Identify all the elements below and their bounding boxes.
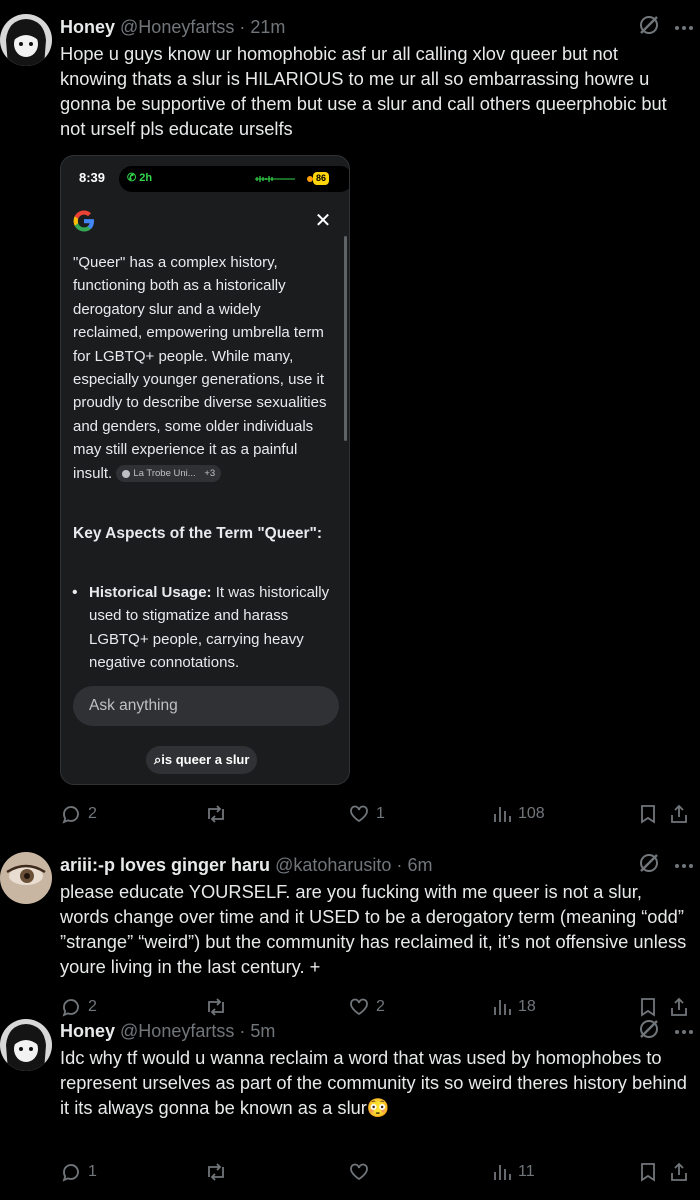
scrollbar[interactable] — [344, 236, 347, 441]
ai-answer-text: "Queer" has a complex history, functioni… — [73, 254, 327, 482]
views-button[interactable]: 108 — [492, 799, 545, 829]
repost-button[interactable] — [204, 799, 228, 829]
post-text: please educate YOURSELF. are you fucking… — [60, 881, 687, 977]
post-header: Honey @Honeyfartss · 5m — [60, 1018, 700, 1044]
post-header-icons — [638, 14, 694, 40]
post-text: Hope u guys know ur homophobic asf ur al… — [60, 43, 667, 139]
audio-wave-icon — [255, 176, 295, 182]
repost-arrows-icon — [208, 805, 224, 823]
handle[interactable]: @katoharusito — [275, 855, 391, 875]
bullet-dot-icon: • — [72, 584, 78, 601]
handle[interactable]: @Honeyfartss — [120, 17, 234, 37]
section-heading: Key Aspects of the Term "Queer": — [73, 525, 322, 542]
speech-bubble-icon — [62, 1164, 79, 1182]
more-dots-icon[interactable] — [674, 856, 694, 874]
display-name[interactable]: Honey — [60, 17, 115, 37]
view-count: 108 — [518, 805, 545, 822]
battery-level: 86 — [313, 172, 330, 185]
separator: · — [239, 17, 246, 37]
avatar[interactable] — [0, 14, 52, 66]
heart-icon — [350, 1163, 368, 1181]
display-name[interactable]: Honey — [60, 1021, 115, 1041]
post-3[interactable]: Honey @Honeyfartss · 5m Idc why tf would… — [0, 1005, 700, 1200]
handle[interactable]: @Honeyfartss — [120, 1021, 234, 1041]
timestamp[interactable]: 6m — [407, 855, 432, 875]
post-header: ariii:-p loves ginger haru @katoharusito… — [60, 852, 700, 878]
like-button[interactable]: 1 — [348, 799, 385, 829]
more-dots-icon[interactable] — [674, 18, 694, 36]
status-time: 8:39 — [79, 170, 106, 185]
separator: · — [396, 855, 403, 875]
query-chip[interactable]: ⌕is queer a slur — [146, 746, 258, 774]
share-button[interactable] — [668, 1157, 690, 1187]
repost-button[interactable] — [204, 1157, 228, 1187]
share-icon — [671, 804, 687, 823]
source-name: La Trobe Uni... — [133, 467, 196, 479]
views-button[interactable]: 11 — [492, 1157, 535, 1187]
action-bar: 2 1 108 — [60, 799, 690, 829]
avatar[interactable] — [0, 1019, 52, 1071]
post-2[interactable]: ariii:-p loves ginger haru @katoharusito… — [0, 840, 700, 1025]
bookmark-icon — [641, 805, 655, 824]
display-name[interactable]: ariii:-p loves ginger haru — [60, 855, 270, 875]
query-text: is queer a slur — [161, 752, 250, 767]
dynamic-island: ✆ 2h 86 — [119, 166, 349, 192]
reply-count: 1 — [88, 1163, 97, 1180]
bullet-item: • Historical Usage: It was historically … — [72, 581, 333, 675]
call-indicator: ✆ 2h — [127, 172, 153, 184]
repost-arrows-icon — [208, 1163, 224, 1181]
bookmark-button[interactable] — [638, 799, 658, 829]
grok-slash-icon[interactable] — [638, 852, 660, 879]
bullet-title: Historical Usage: — [89, 584, 212, 601]
action-bar: 1 11 — [60, 1157, 690, 1187]
post-text: Idc why tf would u wanna reclaim a word … — [60, 1047, 687, 1118]
avatar[interactable] — [0, 852, 52, 904]
source-chip[interactable]: La Trobe Uni... +3 — [116, 465, 222, 483]
speech-bubble-icon — [62, 806, 79, 824]
ai-answer: "Queer" has a complex history, functioni… — [73, 251, 333, 485]
grok-slash-icon[interactable] — [638, 14, 660, 41]
post-header: Honey @Honeyfartss · 21m — [60, 14, 700, 40]
heart-icon — [350, 805, 368, 823]
like-count: 1 — [376, 805, 385, 822]
grok-slash-icon[interactable] — [638, 1018, 660, 1045]
post-header-icons — [638, 1018, 694, 1044]
timestamp[interactable]: 21m — [250, 17, 285, 37]
reply-button[interactable]: 2 — [60, 799, 97, 829]
source-icon — [122, 469, 131, 478]
ask-input[interactable]: Ask anything — [73, 686, 339, 726]
reply-button[interactable]: 1 — [60, 1157, 97, 1187]
attached-screenshot[interactable]: 8:39 ✆ 2h 86 ✕ "Queer" has a complex his… — [60, 155, 350, 785]
google-logo-icon — [73, 210, 94, 232]
timestamp[interactable]: 5m — [250, 1021, 275, 1041]
call-duration: 2h — [139, 172, 153, 184]
bar-chart-icon — [494, 1165, 511, 1180]
source-more: +3 — [204, 467, 216, 479]
view-count: 11 — [518, 1163, 535, 1180]
post-1[interactable]: Honey @Honeyfartss · 21m Hope u guys kno… — [0, 0, 700, 840]
post-header-icons — [638, 852, 694, 878]
reply-count: 2 — [88, 805, 97, 822]
separator: · — [239, 1021, 246, 1041]
share-icon — [671, 1162, 687, 1181]
more-dots-icon[interactable] — [674, 1022, 694, 1040]
phone-status-bar: 8:39 ✆ 2h 86 — [61, 156, 349, 202]
bar-chart-icon — [494, 807, 511, 822]
share-button[interactable] — [668, 799, 690, 829]
close-icon[interactable]: ✕ — [313, 211, 333, 231]
bookmark-button[interactable] — [638, 1157, 658, 1187]
bookmark-icon — [641, 1163, 655, 1182]
like-button[interactable] — [348, 1157, 376, 1187]
